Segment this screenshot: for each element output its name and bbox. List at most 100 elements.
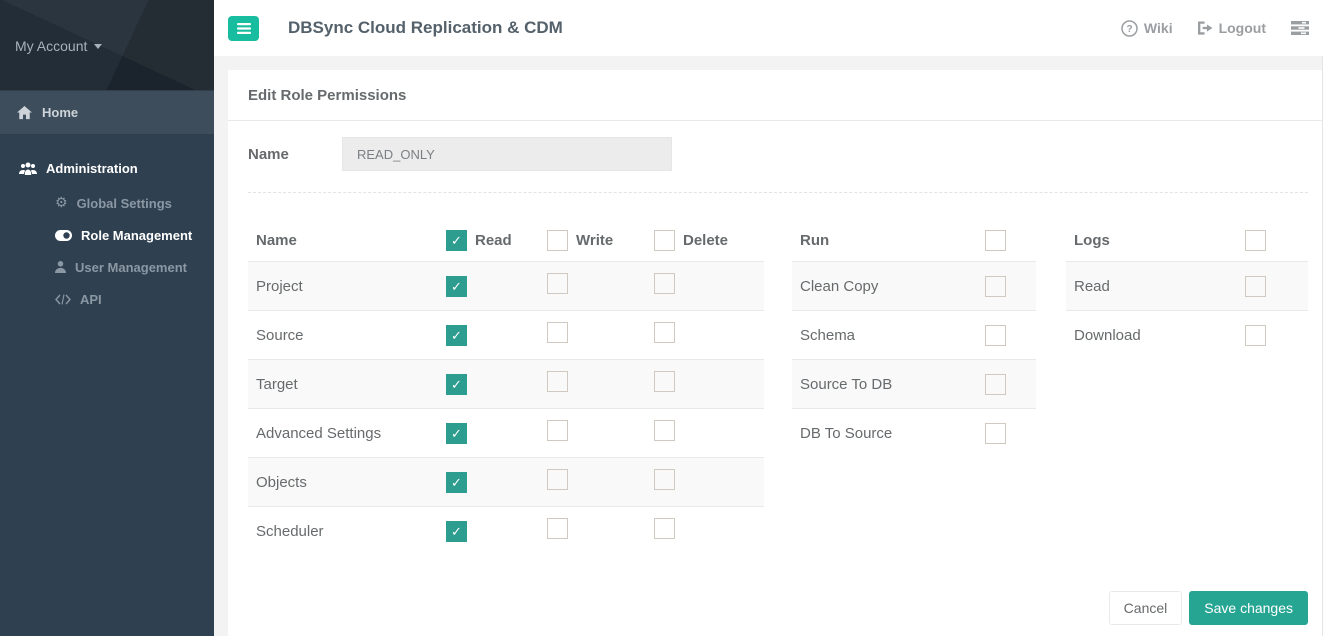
run-checkbox[interactable]: [985, 422, 1006, 444]
table-row: Advanced Settings: [248, 408, 764, 457]
code-icon: [55, 293, 71, 305]
run-checkbox[interactable]: [985, 373, 1006, 395]
write-checkbox[interactable]: [547, 322, 568, 343]
logs-checkbox[interactable]: [1245, 275, 1266, 297]
run-all-checkbox[interactable]: [985, 229, 1006, 251]
col-header-delete: Delete: [683, 231, 729, 249]
logs-checkbox[interactable]: [1245, 324, 1266, 346]
delete-checkbox[interactable]: [654, 469, 675, 490]
logout-label: Logout: [1218, 20, 1266, 36]
sidebar-item-label: Role Management: [81, 227, 193, 243]
table-row: Clean Copy: [792, 261, 1036, 310]
chevron-down-icon: [94, 43, 103, 49]
hamburger-icon: [236, 22, 251, 34]
sidebar-item-label: Administration: [46, 160, 138, 176]
toggle-icon: [55, 229, 72, 241]
read-checkbox[interactable]: [446, 471, 467, 493]
sidebar-item-api[interactable]: API: [0, 283, 214, 315]
logs-item-name: Download: [1074, 326, 1141, 344]
delete-all-checkbox[interactable]: [654, 229, 675, 251]
run-header-label: Run: [800, 231, 830, 249]
permission-name: Advanced Settings: [256, 424, 382, 442]
users-icon: [19, 162, 37, 175]
logout-link[interactable]: Logout: [1197, 20, 1266, 36]
cancel-button[interactable]: Cancel: [1108, 591, 1183, 625]
col-header-write: Write: [576, 231, 614, 249]
name-label: Name: [248, 145, 289, 163]
write-checkbox[interactable]: [547, 518, 568, 539]
sidebar-item-label: Home: [42, 105, 79, 120]
write-all-checkbox[interactable]: [547, 229, 568, 251]
write-checkbox[interactable]: [547, 371, 568, 392]
delete-checkbox[interactable]: [654, 420, 675, 441]
delete-checkbox[interactable]: [654, 371, 675, 392]
run-checkbox[interactable]: [985, 324, 1006, 346]
table-row: Project: [248, 261, 764, 310]
read-checkbox[interactable]: [446, 275, 467, 297]
role-name-input[interactable]: [342, 137, 672, 171]
user-icon: [55, 261, 66, 273]
table-row: Read: [1066, 261, 1308, 310]
sidebar-item-label: Global Settings: [76, 195, 172, 211]
logs-table: Logs Read Download: [1066, 219, 1308, 359]
read-all-checkbox[interactable]: [446, 229, 467, 251]
tasks-icon[interactable]: [1291, 21, 1309, 35]
logs-header: Logs: [1066, 219, 1308, 261]
logs-header-label: Logs: [1074, 231, 1110, 249]
sidebar-item-administration[interactable]: Administration: [0, 149, 214, 187]
col-header-read: Read: [475, 231, 512, 249]
delete-checkbox[interactable]: [654, 322, 675, 343]
menu-toggle-button[interactable]: [228, 15, 259, 41]
permission-name: Target: [256, 375, 298, 393]
save-changes-button[interactable]: Save changes: [1189, 591, 1308, 625]
permissions-table: Name Read Write Delete: [248, 219, 764, 555]
table-row: Source To DB: [792, 359, 1036, 408]
question-circle-icon: ?: [1121, 19, 1138, 37]
sidebar-item-label: User Management: [75, 259, 187, 275]
wiki-label: Wiki: [1143, 20, 1173, 36]
read-checkbox[interactable]: [446, 520, 467, 542]
table-row: Schema: [792, 310, 1036, 359]
topbar: DBSync Cloud Replication & CDM ? Wiki Lo…: [214, 0, 1329, 56]
logs-item-name: Read: [1074, 277, 1110, 295]
scrollbar[interactable]: [1322, 56, 1329, 636]
table-row: Download: [1066, 310, 1308, 359]
sidebar-item-user-management[interactable]: User Management: [0, 251, 214, 283]
run-item-name: DB To Source: [800, 424, 893, 442]
panel-title: Edit Role Permissions: [228, 70, 1322, 121]
logs-all-checkbox[interactable]: [1245, 229, 1266, 251]
dashed-divider: [248, 192, 1308, 193]
sidebar-item-global-settings[interactable]: ⚙ Global Settings: [0, 187, 214, 219]
read-checkbox[interactable]: [446, 324, 467, 346]
sidebar-item-home[interactable]: Home: [0, 90, 214, 135]
permission-name: Project: [256, 277, 303, 295]
run-item-name: Clean Copy: [800, 277, 879, 295]
edit-role-panel: Edit Role Permissions Name Name Rea: [228, 70, 1322, 636]
gears-icon: ⚙: [55, 195, 68, 211]
home-icon: [17, 105, 32, 120]
app-title: DBSync Cloud Replication & CDM: [288, 18, 563, 37]
wiki-link[interactable]: ? Wiki: [1121, 19, 1173, 37]
write-checkbox[interactable]: [547, 469, 568, 490]
table-row: Scheduler: [248, 506, 764, 555]
sidebar-item-role-management[interactable]: Role Management: [0, 219, 214, 251]
delete-checkbox[interactable]: [654, 518, 675, 539]
read-checkbox[interactable]: [446, 422, 467, 444]
read-checkbox[interactable]: [446, 373, 467, 395]
run-checkbox[interactable]: [985, 275, 1006, 297]
svg-text:?: ?: [1126, 24, 1132, 35]
sign-out-icon: [1197, 21, 1213, 35]
permission-name: Objects: [256, 473, 307, 491]
write-checkbox[interactable]: [547, 420, 568, 441]
delete-checkbox[interactable]: [654, 273, 675, 294]
sidebar: My Account Home Administration ⚙ Global …: [0, 0, 214, 636]
write-checkbox[interactable]: [547, 273, 568, 294]
account-menu[interactable]: My Account: [15, 38, 103, 54]
run-table: Run Clean Copy Schema Source To DB DB To…: [792, 219, 1036, 457]
sidebar-item-label: API: [80, 291, 102, 307]
permission-name: Source: [256, 326, 304, 344]
permission-name: Scheduler: [256, 522, 324, 540]
run-item-name: Schema: [800, 326, 856, 344]
run-item-name: Source To DB: [800, 375, 893, 393]
account-label: My Account: [15, 38, 88, 54]
